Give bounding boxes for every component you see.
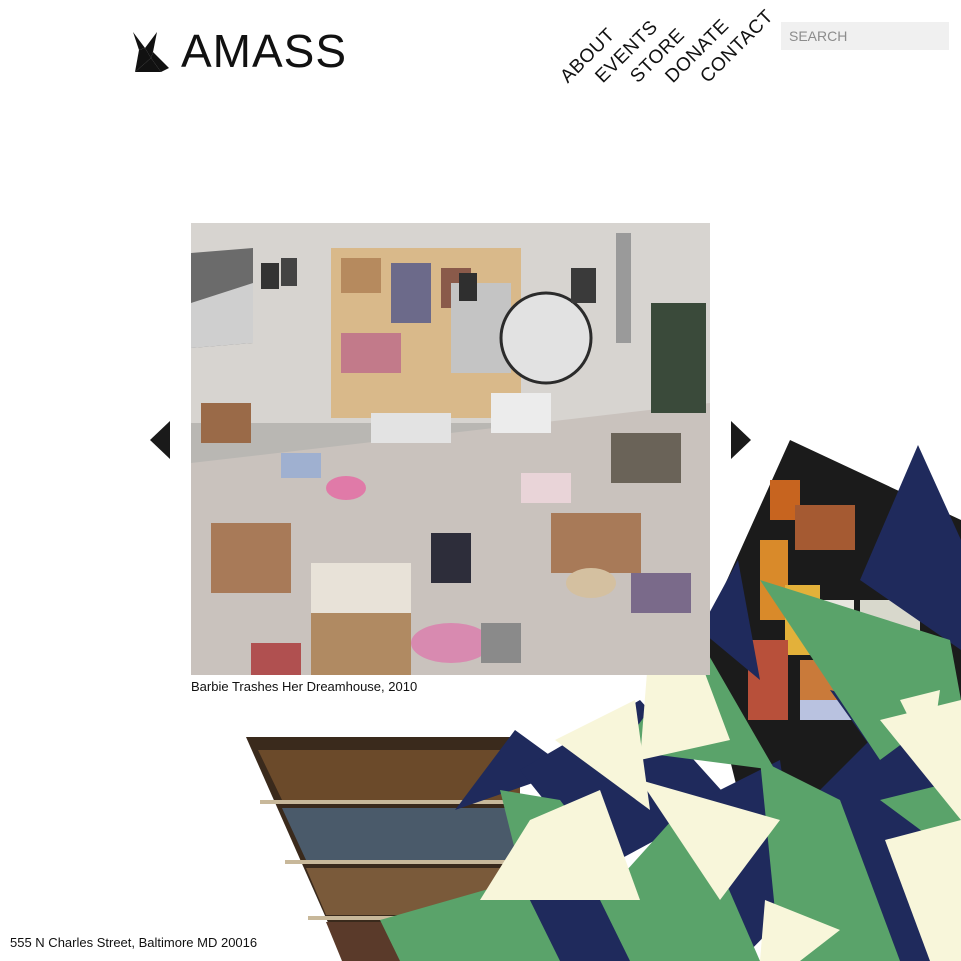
triangle-left-icon[interactable] (150, 421, 170, 459)
artwork-image (191, 223, 710, 675)
triangle-right-icon[interactable] (731, 421, 751, 459)
slide-caption: Barbie Trashes Her Dreamhouse, 2010 (191, 679, 418, 694)
footer-address: 555 N Charles Street, Baltimore MD 20016 (10, 935, 258, 950)
slideshow-image (191, 223, 710, 675)
